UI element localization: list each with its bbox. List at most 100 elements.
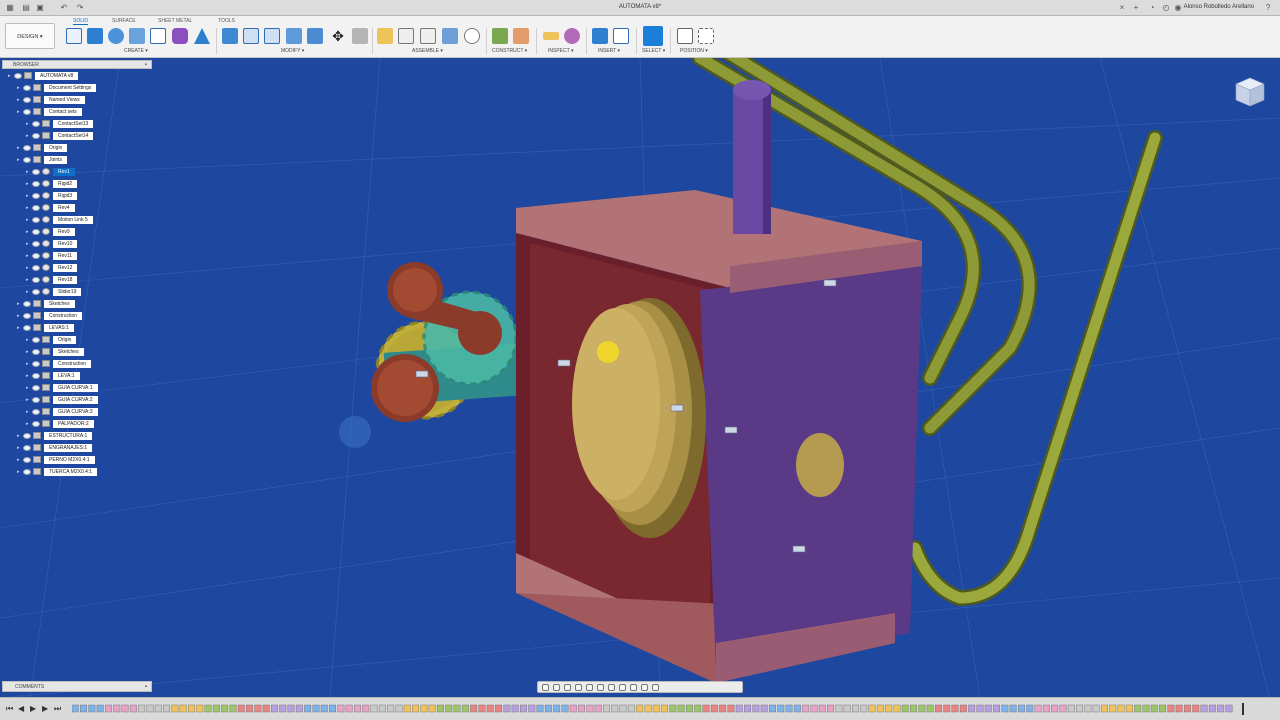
- browser-item[interactable]: ▸ Origin: [26, 335, 77, 344]
- timeline-feature[interactable]: [486, 704, 494, 713]
- comments-panel[interactable]: COMMENTS ▪: [2, 681, 152, 692]
- timeline-feature[interactable]: [785, 704, 793, 713]
- play-icon[interactable]: ▶: [30, 704, 36, 713]
- timeline-feature[interactable]: [412, 704, 419, 713]
- timeline-feature[interactable]: [603, 704, 610, 713]
- timeline-feature[interactable]: [1042, 704, 1050, 713]
- timeline-feature[interactable]: [221, 704, 229, 713]
- insert-image-icon[interactable]: [592, 28, 608, 44]
- combine-icon[interactable]: [307, 28, 323, 44]
- browser-item[interactable]: ▸ TUERCA M2X0.4:1: [17, 467, 98, 476]
- timeline-feature[interactable]: [1026, 704, 1034, 713]
- chamfer-icon[interactable]: [264, 28, 280, 44]
- visibility-eye-icon[interactable]: [32, 372, 40, 379]
- timeline-feature[interactable]: [262, 704, 270, 713]
- browser-item[interactable]: ▸ Rev18: [26, 275, 78, 284]
- browser-item[interactable]: ▸ Named Views: [17, 95, 85, 104]
- timeline-feature[interactable]: [586, 704, 594, 713]
- browser-item[interactable]: ▸ Motion Link 5: [26, 215, 93, 224]
- browser-item[interactable]: ▸ LEVAS:1: [17, 323, 74, 332]
- timeline-feature[interactable]: [138, 704, 146, 713]
- visibility-eye-icon[interactable]: [32, 240, 40, 247]
- timeline-feature[interactable]: [204, 704, 212, 713]
- timeline-feature[interactable]: [196, 704, 204, 713]
- visibility-eye-icon[interactable]: [32, 180, 40, 187]
- browser-item[interactable]: ▸ Slider19: [26, 287, 82, 296]
- visibility-eye-icon[interactable]: [23, 432, 31, 439]
- timeline-feature[interactable]: [993, 704, 1000, 713]
- workspace-switcher[interactable]: DESIGN ▾: [5, 23, 55, 49]
- timeline-feature[interactable]: [113, 704, 121, 713]
- go-to-end-icon[interactable]: ⏭: [54, 704, 61, 714]
- timeline-feature[interactable]: [719, 704, 727, 713]
- timeline-feature[interactable]: [727, 704, 735, 713]
- joint-origin-icon[interactable]: [442, 28, 458, 44]
- timeline-feature[interactable]: [1217, 704, 1225, 713]
- visibility-eye-icon[interactable]: [32, 420, 40, 427]
- timeline-feature[interactable]: [329, 704, 336, 713]
- browser-item[interactable]: ▸ ENGRANAJES:1: [17, 443, 93, 452]
- visibility-eye-icon[interactable]: [23, 468, 31, 475]
- timeline-feature[interactable]: [793, 704, 801, 713]
- go-to-start-icon[interactable]: ⏮: [6, 704, 13, 714]
- visibility-eye-icon[interactable]: [23, 108, 31, 115]
- timeline-feature[interactable]: [453, 704, 461, 713]
- timeline-feature[interactable]: [968, 704, 976, 713]
- timeline-feature[interactable]: [1092, 704, 1100, 713]
- timeline-feature[interactable]: [984, 704, 992, 713]
- timeline-feature[interactable]: [818, 704, 826, 713]
- timeline-feature[interactable]: [337, 704, 345, 713]
- timeline-feature[interactable]: [88, 704, 96, 713]
- timeline-feature[interactable]: [1018, 704, 1025, 713]
- move-icon[interactable]: ✥: [330, 28, 346, 44]
- new-component-icon[interactable]: [377, 28, 393, 44]
- timeline-feature[interactable]: [578, 704, 585, 713]
- timeline-feature[interactable]: [876, 704, 884, 713]
- fit-icon[interactable]: [586, 683, 593, 691]
- zoom-icon[interactable]: [575, 683, 582, 691]
- timeline-feature[interactable]: [1100, 704, 1108, 713]
- timeline-feature[interactable]: [1125, 704, 1133, 713]
- timeline-feature[interactable]: [163, 704, 171, 713]
- modify-menu[interactable]: MODIFY ▾: [281, 48, 304, 54]
- timeline-feature[interactable]: [1183, 704, 1191, 713]
- timeline-feature[interactable]: [370, 704, 378, 713]
- timeline-feature[interactable]: [254, 704, 262, 713]
- insert-menu[interactable]: INSERT ▾: [598, 48, 620, 54]
- timeline-track[interactable]: [72, 703, 1252, 715]
- step-back-icon[interactable]: ◀: [18, 704, 24, 713]
- timeline-feature[interactable]: [669, 704, 677, 713]
- timeline-feature[interactable]: [528, 704, 536, 713]
- visibility-eye-icon[interactable]: [23, 96, 31, 103]
- settings-icon[interactable]: [652, 683, 659, 691]
- timeline-feature[interactable]: [544, 704, 552, 713]
- interference-icon[interactable]: [564, 28, 580, 44]
- browser-item[interactable]: ▸ Rev12: [26, 263, 78, 272]
- timeline-feature[interactable]: [445, 704, 453, 713]
- as-built-joint-icon[interactable]: [420, 28, 436, 44]
- fillet-icon[interactable]: [243, 28, 259, 44]
- timeline-feature[interactable]: [619, 704, 627, 713]
- construct-menu[interactable]: CONSTRUCT ▾: [492, 48, 527, 54]
- rib-icon[interactable]: [150, 28, 166, 44]
- timeline-feature[interactable]: [1084, 704, 1092, 713]
- environment-icon[interactable]: [641, 683, 648, 691]
- visibility-eye-icon[interactable]: [23, 324, 31, 331]
- browser-item[interactable]: ▸ Rigid2: [26, 179, 78, 188]
- timeline-feature[interactable]: [1067, 704, 1075, 713]
- timeline-feature[interactable]: [270, 704, 278, 713]
- insert-mesh-icon[interactable]: [613, 28, 629, 44]
- visibility-eye-icon[interactable]: [32, 132, 40, 139]
- visibility-eye-icon[interactable]: [23, 312, 31, 319]
- shell-icon[interactable]: [286, 28, 302, 44]
- position-menu[interactable]: POSITION ▾: [680, 48, 708, 54]
- timeline-feature[interactable]: [503, 704, 511, 713]
- timeline-feature[interactable]: [735, 704, 743, 713]
- timeline-feature[interactable]: [777, 704, 785, 713]
- timeline-feature[interactable]: [561, 704, 569, 713]
- timeline-feature[interactable]: [536, 704, 544, 713]
- timeline-feature[interactable]: [802, 704, 810, 713]
- browser-item[interactable]: ▸ ESTRUCTURA:1: [17, 431, 93, 440]
- new-tab-icon[interactable]: +: [1130, 3, 1142, 13]
- browser-item[interactable]: ▸ Origin: [17, 143, 68, 152]
